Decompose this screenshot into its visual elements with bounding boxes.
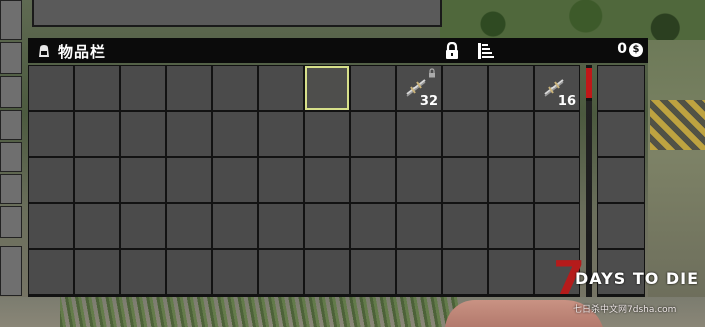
- inventory-slot[interactable]: [167, 158, 211, 202]
- inventory-slot[interactable]: [213, 204, 257, 248]
- inventory-slot[interactable]: [305, 250, 349, 294]
- inventory-slot[interactable]: [305, 112, 349, 156]
- side-slot[interactable]: [598, 158, 644, 202]
- backpack-icon: [39, 45, 49, 57]
- inventory-slot[interactable]: [443, 158, 487, 202]
- side-slot[interactable]: [598, 112, 644, 156]
- inventory-slot[interactable]: [167, 66, 211, 110]
- inventory-grid: 32 16: [28, 65, 580, 297]
- inventory-slot[interactable]: [535, 158, 579, 202]
- inventory-slot[interactable]: [259, 66, 303, 110]
- inventory-slot[interactable]: [29, 112, 73, 156]
- inventory-slot[interactable]: [167, 204, 211, 248]
- inventory-slot[interactable]: [397, 112, 441, 156]
- durability-fill: [586, 68, 592, 98]
- inventory-slot[interactable]: [305, 158, 349, 202]
- inventory-slot[interactable]: [397, 158, 441, 202]
- inventory-slot[interactable]: [259, 204, 303, 248]
- inventory-slot[interactable]: [29, 66, 73, 110]
- inventory-slot[interactable]: [489, 204, 533, 248]
- padlock-icon[interactable]: [444, 42, 460, 60]
- inventory-slot[interactable]: [397, 250, 441, 294]
- inventory-slot[interactable]: [443, 250, 487, 294]
- left-slot[interactable]: [0, 206, 22, 238]
- inventory-slot[interactable]: [489, 112, 533, 156]
- inventory-slot[interactable]: [443, 112, 487, 156]
- inventory-slot[interactable]: [535, 112, 579, 156]
- inventory-slot[interactable]: [305, 204, 349, 248]
- currency-amount: 0: [617, 41, 627, 57]
- inventory-slot[interactable]: [167, 112, 211, 156]
- inventory-slot[interactable]: [351, 66, 395, 110]
- slot-lock-icon: [429, 68, 435, 78]
- inventory-slot[interactable]: [443, 204, 487, 248]
- grass-background: [60, 296, 460, 327]
- left-slot[interactable]: [0, 76, 22, 108]
- inventory-slot[interactable]: [213, 66, 257, 110]
- inventory-slot[interactable]: [29, 250, 73, 294]
- inventory-slot-selected[interactable]: [305, 66, 349, 110]
- inventory-slot[interactable]: [167, 250, 211, 294]
- inventory-header: 物品栏 0 $: [28, 38, 648, 63]
- inventory-slot[interactable]: [121, 158, 165, 202]
- inventory-slot[interactable]: [213, 250, 257, 294]
- inventory-slot[interactable]: [351, 204, 395, 248]
- upper-panel: [32, 0, 442, 27]
- inventory-slot[interactable]: [259, 250, 303, 294]
- inventory-slot[interactable]: [213, 112, 257, 156]
- logo-title: DAYS TO DIE: [575, 269, 700, 288]
- inventory-slot[interactable]: [489, 66, 533, 110]
- side-slot[interactable]: [598, 204, 644, 248]
- inventory-slot[interactable]: [535, 204, 579, 248]
- inventory-slot[interactable]: [121, 204, 165, 248]
- inventory-slot[interactable]: [75, 112, 119, 156]
- fence-background: [650, 100, 705, 150]
- inventory-slot[interactable]: [75, 250, 119, 294]
- inventory-slot[interactable]: [121, 66, 165, 110]
- foliage-background: [440, 0, 705, 40]
- item-count: 16: [557, 94, 576, 109]
- coin-icon: $: [629, 43, 643, 57]
- inventory-slot[interactable]: [75, 158, 119, 202]
- left-slot[interactable]: [0, 142, 22, 172]
- inventory-title: 物品栏: [58, 43, 107, 61]
- inventory-slot[interactable]: 16: [535, 66, 579, 110]
- inventory-slot[interactable]: [351, 158, 395, 202]
- left-slot[interactable]: [0, 110, 22, 140]
- inventory-slot[interactable]: [29, 158, 73, 202]
- left-toolbelt-column: [0, 0, 24, 300]
- left-slot[interactable]: [0, 174, 22, 204]
- inventory-slot[interactable]: [75, 66, 119, 110]
- inventory-slot[interactable]: [351, 250, 395, 294]
- left-slot[interactable]: [0, 246, 22, 296]
- inventory-slot[interactable]: [29, 204, 73, 248]
- inventory-slot[interactable]: [259, 112, 303, 156]
- item-count: 32: [419, 94, 438, 109]
- inventory-slot[interactable]: [213, 158, 257, 202]
- inventory-slot[interactable]: [259, 158, 303, 202]
- left-slot[interactable]: [0, 42, 22, 74]
- game-logo-watermark: 7 DAYS TO DIE 七日杀中文网7dsha.com: [553, 255, 705, 315]
- inventory-slot[interactable]: [397, 204, 441, 248]
- inventory-slot[interactable]: [121, 250, 165, 294]
- sort-stack-icon[interactable]: [478, 42, 494, 60]
- inventory-slot[interactable]: [75, 204, 119, 248]
- inventory-slot[interactable]: 32: [397, 66, 441, 110]
- inventory-slot[interactable]: [443, 66, 487, 110]
- inventory-slot[interactable]: [489, 158, 533, 202]
- inventory-slot[interactable]: [121, 112, 165, 156]
- side-slot[interactable]: [598, 66, 644, 110]
- logo-site-text: 七日杀中文网7dsha.com: [573, 305, 677, 315]
- inventory-slot[interactable]: [489, 250, 533, 294]
- inventory-slot[interactable]: [351, 112, 395, 156]
- left-slot[interactable]: [0, 0, 22, 40]
